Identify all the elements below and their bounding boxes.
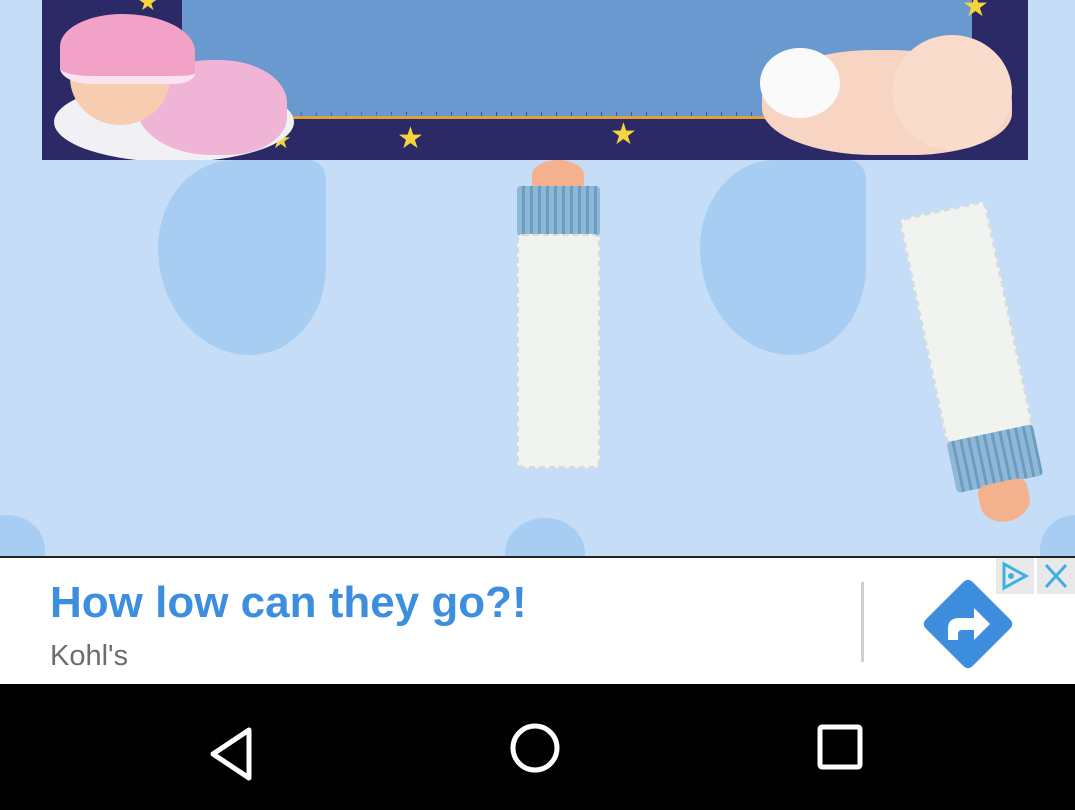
baby-girl-sleeping-cap — [60, 14, 195, 84]
baby-boy-diaper — [760, 48, 840, 118]
background-heart-shape — [700, 160, 866, 355]
android-navigation-bar — [0, 684, 1075, 810]
ad-banner[interactable]: How low can they go?! Kohl's — [0, 556, 1075, 684]
close-icon[interactable] — [1037, 558, 1075, 594]
home-circle-icon[interactable] — [495, 714, 575, 794]
star-icon: ★ — [610, 117, 637, 152]
star-icon: ★ — [962, 0, 989, 24]
bottle-body — [898, 201, 1033, 445]
background-heart-shape — [0, 515, 45, 556]
bottle-cap — [517, 186, 600, 236]
background-heart-shape — [158, 160, 326, 355]
star-icon: ★ — [397, 121, 424, 156]
back-triangle-icon[interactable] — [195, 714, 275, 794]
ad-headline[interactable]: How low can they go?! — [50, 578, 527, 628]
adchoices-icon[interactable] — [996, 558, 1034, 594]
game-scene: ★ ★ ★ ★ ★ — [0, 0, 1075, 556]
sleeping-babies-banner: ★ ★ ★ ★ ★ — [42, 0, 1028, 160]
ad-advertiser-name: Kohl's — [50, 640, 129, 672]
bottle-body — [517, 234, 600, 468]
baby-bottle-tilted[interactable] — [898, 201, 1059, 556]
star-icon: ★ — [137, 0, 159, 16]
ad-divider — [861, 582, 864, 662]
bottle-nipple — [976, 476, 1034, 527]
recents-square-icon[interactable] — [800, 714, 880, 794]
background-heart-shape — [505, 518, 585, 556]
baby-boy-head — [892, 35, 1012, 150]
